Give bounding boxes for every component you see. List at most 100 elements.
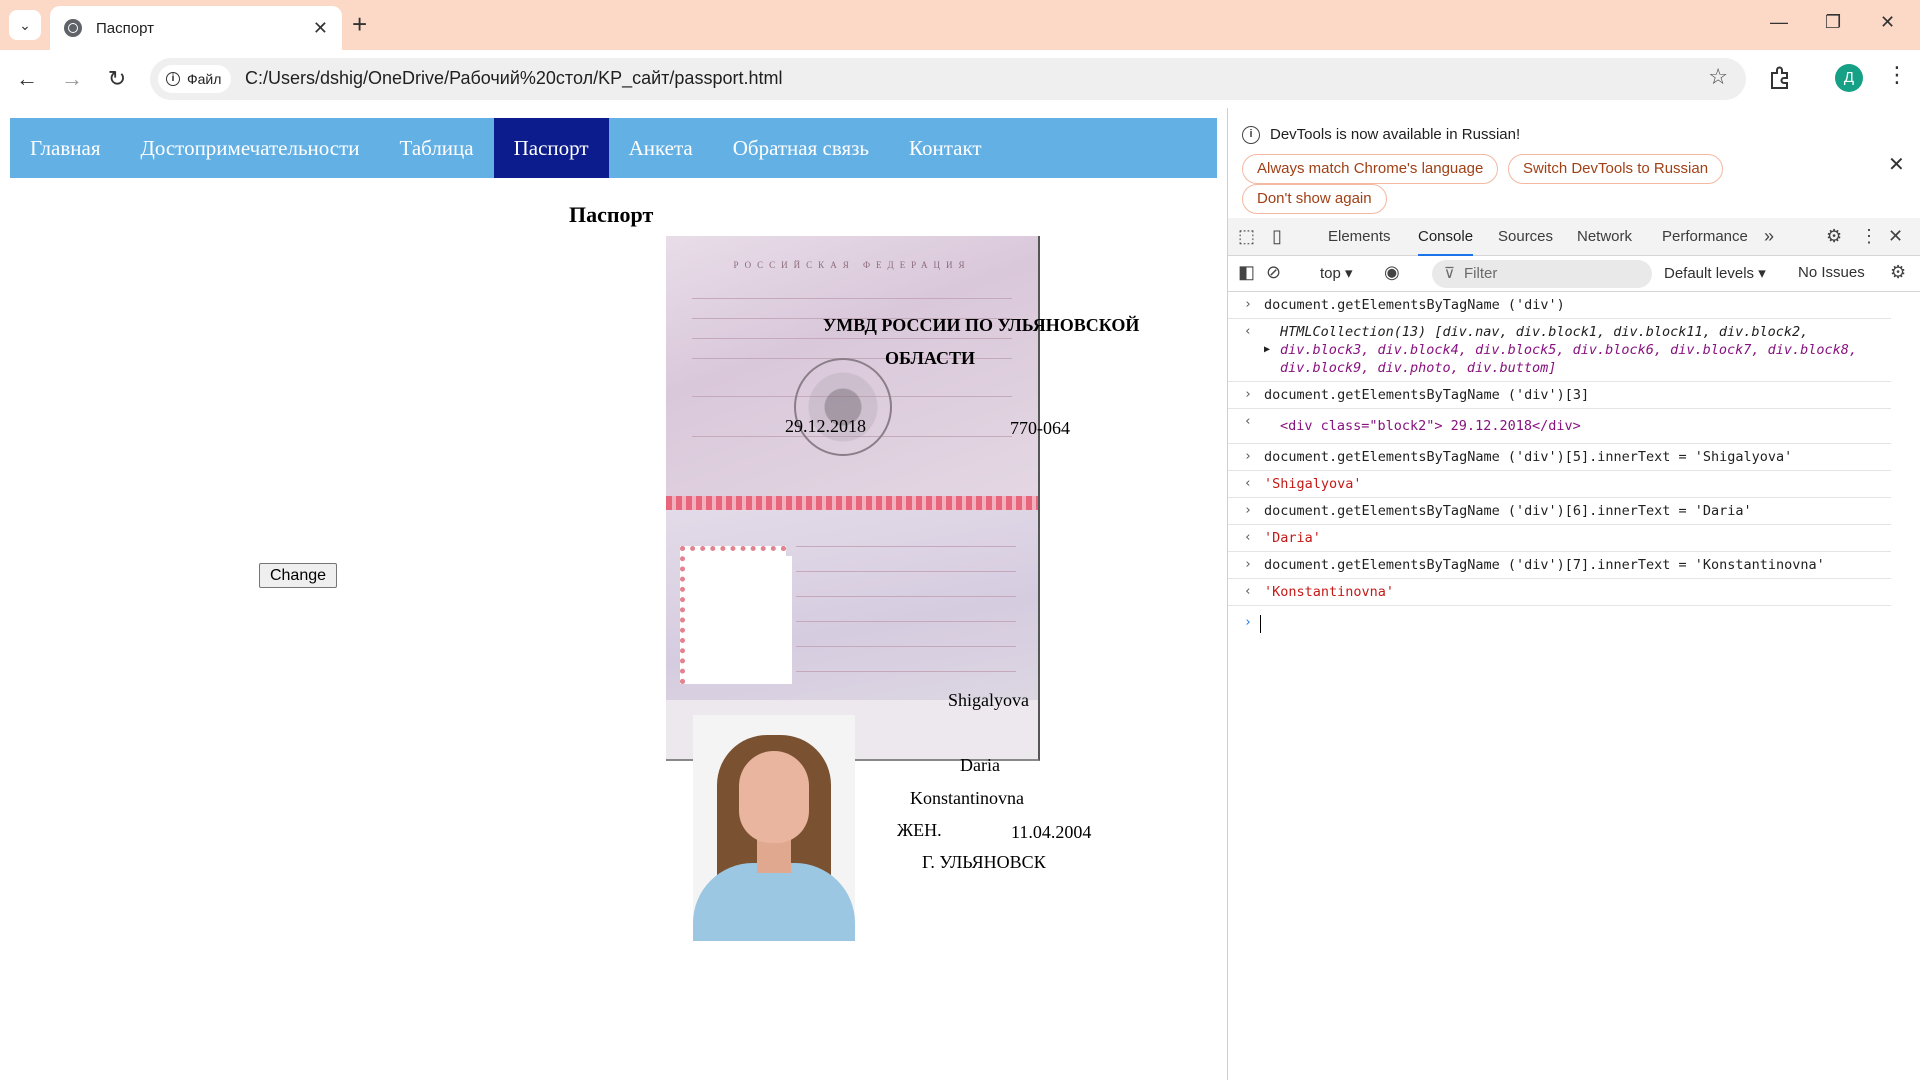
nav-item-home[interactable]: Главная xyxy=(10,118,121,178)
devtools-menu-icon[interactable]: ⋮ xyxy=(1860,226,1878,247)
console-command: document.getElementsByTagName ('div')[7]… xyxy=(1264,557,1825,573)
console-input-line: › document.getElementsByTagName ('div')[… xyxy=(1228,552,1891,579)
text-caret xyxy=(1260,615,1261,633)
switch-russian-button[interactable]: Switch DevTools to Russian xyxy=(1508,154,1724,184)
close-devtools-icon[interactable]: ✕ xyxy=(1888,226,1903,247)
close-tab-icon[interactable]: ✕ xyxy=(313,19,328,37)
log-levels-value: Default levels xyxy=(1664,265,1755,282)
nav-item-form[interactable]: Анкета xyxy=(609,118,713,178)
nav-item-feedback[interactable]: Обратная связь xyxy=(713,118,889,178)
more-tabs-icon[interactable]: » xyxy=(1764,226,1774,247)
passport-line xyxy=(796,621,1016,622)
nav-item-passport[interactable]: Паспорт xyxy=(493,118,609,178)
prompt-chevron-icon: › xyxy=(1244,449,1252,464)
console-output: › document.getElementsByTagName ('div') … xyxy=(1228,292,1920,640)
issued-by-line2: ОБЛАСТИ xyxy=(885,348,975,368)
department-code: 770-064 xyxy=(1010,418,1070,438)
console-result-line[interactable]: ‹ HTMLCollection(13) [div.nav, div.block… xyxy=(1228,319,1891,382)
clear-console-icon[interactable]: ⊘ xyxy=(1266,262,1281,283)
photo-face xyxy=(739,751,809,843)
chevron-down-icon: ⌄ xyxy=(19,16,31,33)
result-arrow-icon: ‹ xyxy=(1244,414,1252,429)
match-language-button[interactable]: Always match Chrome's language xyxy=(1242,154,1499,184)
result-string: 'Daria' xyxy=(1264,530,1321,546)
context-select[interactable]: top ▾ xyxy=(1320,264,1353,282)
browser-tab[interactable]: Паспорт ✕ xyxy=(50,6,342,50)
result-collection-tail: div.block9, div.photo, div.buttom] xyxy=(1280,360,1557,376)
result-arrow-icon: ‹ xyxy=(1244,324,1252,339)
passport-line xyxy=(692,338,1012,339)
address-bar[interactable]: i Файл C:/Users/dshig/OneDrive/Рабочий%2… xyxy=(150,58,1746,100)
browser-menu-icon[interactable]: ⋮ xyxy=(1886,62,1908,88)
language-banner: i DevTools is now available in Russian! … xyxy=(1228,108,1920,216)
console-input-line: › document.getElementsByTagName ('div')[… xyxy=(1228,382,1891,409)
extensions-icon[interactable] xyxy=(1767,64,1793,90)
settings-gear-icon[interactable]: ⚙ xyxy=(1826,226,1842,247)
minimize-icon[interactable]: — xyxy=(1770,12,1788,33)
passport-line xyxy=(796,571,1016,572)
console-result-line: ‹ 'Daria' xyxy=(1228,525,1891,552)
tab-performance[interactable]: Performance xyxy=(1662,218,1748,256)
change-button[interactable]: Change xyxy=(259,563,337,588)
nav-item-table[interactable]: Таблица xyxy=(380,118,494,178)
patronymic: Konstantinovna xyxy=(910,788,1024,808)
close-banner-icon[interactable]: ✕ xyxy=(1888,152,1905,177)
tab-elements[interactable]: Elements xyxy=(1328,218,1391,256)
console-prompt[interactable]: › xyxy=(1228,606,1891,640)
expand-triangle-icon[interactable]: ▶ xyxy=(1264,341,1270,359)
filter-placeholder: Filter xyxy=(1464,265,1498,282)
birth-date: 11.04.2004 xyxy=(1011,822,1092,842)
console-settings-icon[interactable]: ⚙ xyxy=(1890,262,1906,283)
console-filter-bar: ◧ ⊘ top ▾ ◉ ⊽ Filter Default levels ▾ No… xyxy=(1228,256,1920,292)
restore-icon[interactable]: ❐ xyxy=(1825,12,1841,33)
official-stamp xyxy=(794,358,892,456)
console-result-line: ‹ 'Konstantinovna' xyxy=(1228,579,1891,606)
dont-show-again-button[interactable]: Don't show again xyxy=(1242,184,1387,214)
globe-icon xyxy=(64,19,82,37)
tab-sources[interactable]: Sources xyxy=(1498,218,1553,256)
issues-counter[interactable]: No Issues xyxy=(1798,264,1865,281)
result-collection-body: div.block3, div.block4, div.block5, div.… xyxy=(1280,342,1858,358)
result-arrow-icon: ‹ xyxy=(1244,584,1252,599)
console-result-line[interactable]: ‹ <div class="block2"> 29.12.2018</div> xyxy=(1228,409,1891,444)
prompt-chevron-icon: › xyxy=(1244,615,1252,630)
back-icon[interactable]: ← xyxy=(12,64,42,94)
result-collection-head: HTMLCollection(13) [div.nav, div.block1,… xyxy=(1280,324,1809,340)
context-value: top xyxy=(1320,265,1341,282)
banner-text: DevTools is now available in Russian! xyxy=(1270,126,1521,143)
nav-item-sights[interactable]: Достопримечательности xyxy=(121,118,380,178)
sidebar-toggle-icon[interactable]: ◧ xyxy=(1238,262,1255,283)
inspect-element-icon[interactable]: ⬚ xyxy=(1238,226,1255,247)
browser-toolbar: ← → ↻ i Файл C:/Users/dshig/OneDrive/Раб… xyxy=(0,50,1920,108)
device-toolbar-icon[interactable]: ▯ xyxy=(1272,226,1282,247)
new-tab-button[interactable]: + xyxy=(352,11,367,37)
result-arrow-icon: ‹ xyxy=(1244,530,1252,545)
window-close-icon[interactable]: ✕ xyxy=(1880,12,1895,33)
profile-avatar[interactable]: Д xyxy=(1835,64,1863,92)
filter-icon: ⊽ xyxy=(1444,265,1455,282)
browser-titlebar: ⌄ Паспорт ✕ + — ❐ ✕ xyxy=(0,0,1920,50)
nav-item-contact[interactable]: Контакт xyxy=(889,118,1002,178)
log-levels-dropdown[interactable]: Default levels ▾ xyxy=(1664,264,1766,282)
passport-line xyxy=(796,671,1016,672)
tab-console[interactable]: Console xyxy=(1418,218,1474,256)
console-command: document.getElementsByTagName ('div') xyxy=(1264,297,1565,313)
tab-network[interactable]: Network xyxy=(1577,218,1632,256)
url-text[interactable]: C:/Users/dshig/OneDrive/Рабочий%20стол/K… xyxy=(245,68,782,89)
prompt-chevron-icon: › xyxy=(1244,557,1252,572)
passport-line xyxy=(796,596,1016,597)
devtools-tab-bar: ⬚ ▯ Elements Console Sources Network Per… xyxy=(1228,218,1920,256)
bookmark-star-icon[interactable]: ☆ xyxy=(1708,64,1728,90)
reload-icon[interactable]: ↻ xyxy=(102,64,132,94)
photo-shirt xyxy=(693,863,855,941)
console-command: document.getElementsByTagName ('div')[5]… xyxy=(1264,449,1793,465)
tab-search-button[interactable]: ⌄ xyxy=(9,10,41,40)
site-info-chip[interactable]: i Файл xyxy=(158,65,232,93)
site-navigation: Главная Достопримечательности Таблица Па… xyxy=(10,118,1217,178)
console-filter-input[interactable]: ⊽ Filter xyxy=(1432,260,1652,288)
devtools-panel: i DevTools is now available in Russian! … xyxy=(1227,108,1920,1080)
live-expression-eye-icon[interactable]: ◉ xyxy=(1384,262,1400,283)
info-icon: i xyxy=(166,72,180,86)
console-input-line: › document.getElementsByTagName ('div')[… xyxy=(1228,444,1891,471)
forward-icon[interactable]: → xyxy=(57,64,87,94)
